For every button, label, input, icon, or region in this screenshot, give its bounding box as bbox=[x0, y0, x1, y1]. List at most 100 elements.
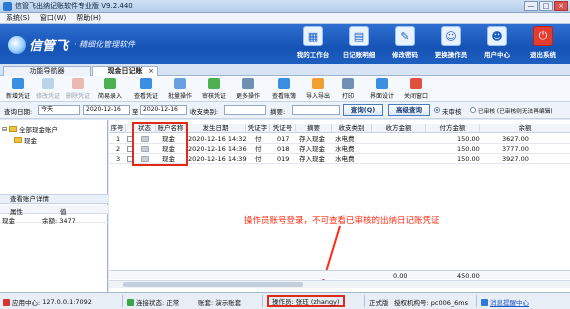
tab-label: 现金日记账 bbox=[107, 67, 143, 75]
nav-label: 日记账明细 bbox=[342, 51, 376, 59]
radio-unaudited[interactable] bbox=[434, 107, 440, 113]
radio-unaudited-label: 未审核 bbox=[442, 108, 462, 116]
quick-entry-button[interactable]: 简易录入 bbox=[98, 78, 122, 100]
menu-help[interactable]: 帮助(H) bbox=[76, 13, 101, 23]
ui-design-button[interactable]: 界面设计 bbox=[370, 78, 394, 100]
delete-voucher-button[interactable]: 删除凭证 bbox=[66, 78, 90, 100]
more-operations-button[interactable]: 更多操作 bbox=[236, 78, 260, 100]
nav-change-password-button[interactable]: ✎ 修改密码 bbox=[384, 26, 426, 59]
scrollbar-thumb[interactable] bbox=[123, 282, 303, 287]
close-window-button[interactable]: 关闭窗口 bbox=[404, 78, 428, 100]
nav-ledger-detail-button[interactable]: ▤ 日记账明细 bbox=[338, 26, 380, 59]
cell-date: 2020-12-16 14:36 bbox=[188, 145, 247, 153]
col-num[interactable]: 凭证号 bbox=[270, 124, 296, 133]
date-range-select[interactable]: 今天 bbox=[38, 105, 80, 115]
brand-name: 信管飞 bbox=[29, 39, 69, 54]
col-word[interactable]: 凭证字 bbox=[246, 124, 270, 133]
toolbar: 新增凭证 修改凭证 删除凭证 简易录入 查看凭证 批量操作 审核凭证 更多操作 … bbox=[0, 76, 570, 102]
cell-category: 水电费 bbox=[335, 135, 355, 143]
details-row: 现金 余额: 3477 bbox=[0, 214, 108, 225]
cell-num: 018 bbox=[277, 145, 290, 153]
details-grid-header: 属性 值 bbox=[0, 205, 108, 216]
toolbar-label: 简易录入 bbox=[98, 93, 123, 100]
view-ledger-button[interactable]: 查看账簿 bbox=[272, 78, 296, 100]
toolbar-label: 审核凭证 bbox=[202, 93, 227, 100]
col-debit[interactable]: 收方金额 bbox=[372, 124, 426, 133]
menu-window[interactable]: 窗口(W) bbox=[40, 13, 66, 23]
user-center-icon: ☻ bbox=[487, 26, 507, 46]
col-category[interactable]: 收支类别 bbox=[332, 124, 372, 133]
import-export-button[interactable]: 导入导出 bbox=[306, 78, 330, 100]
date-to-input[interactable]: 2020-12-16 bbox=[140, 105, 187, 115]
cell-category: 水电费 bbox=[335, 155, 355, 163]
col-balance[interactable]: 余额 bbox=[480, 124, 570, 133]
toolbar-label: 更多操作 bbox=[236, 93, 261, 100]
ledger-set: 账套: 演示账套 bbox=[198, 297, 241, 307]
batch-operation-button[interactable]: 批量操作 bbox=[168, 78, 192, 100]
status-separator bbox=[262, 295, 263, 307]
toolbar-label: 界面设计 bbox=[370, 93, 395, 100]
message-link[interactable]: 消息提醒中心 bbox=[490, 297, 529, 307]
minimize-button[interactable]: — bbox=[524, 1, 538, 11]
close-tab-icon[interactable]: × bbox=[148, 67, 154, 76]
col-summary[interactable]: 摘要 bbox=[296, 124, 332, 133]
menu-system[interactable]: 系统(S) bbox=[6, 13, 30, 23]
status-separator bbox=[122, 295, 123, 307]
title-bar: 信管飞出纳记账软件专业版 V9.2.440 — □ × bbox=[0, 0, 570, 13]
user-switch-icon: ☺ bbox=[441, 26, 461, 46]
nav-user-center-button[interactable]: ☻ 用户中心 bbox=[476, 26, 518, 59]
tab-navigator[interactable]: 功能导航器 bbox=[3, 66, 91, 76]
maximize-button[interactable]: □ bbox=[539, 1, 553, 11]
tab-cash-journal[interactable]: 现金日记账 × bbox=[92, 66, 158, 76]
summary-input[interactable] bbox=[292, 105, 340, 115]
cell-word: 付 bbox=[255, 155, 262, 163]
date-from-input[interactable]: 2020-12-16 bbox=[83, 105, 130, 115]
advanced-query-button[interactable]: 高级查询 bbox=[388, 104, 430, 116]
account-details-header: 查看账户详情 bbox=[0, 194, 108, 204]
close-button[interactable]: × bbox=[554, 1, 568, 11]
operator-info: 操作员: 张珏 (zhangy) bbox=[267, 295, 345, 307]
tab-bar: 功能导航器 现金日记账 × bbox=[0, 64, 570, 76]
edition-text: 正式版 bbox=[369, 299, 389, 307]
grid-footer: 0.00 450.00 bbox=[109, 270, 570, 280]
nav-exit-button[interactable]: ⏻ 退出系统 bbox=[522, 26, 564, 59]
query-button[interactable]: 查询(Q) bbox=[343, 104, 383, 116]
cell-category: 水电费 bbox=[335, 145, 355, 153]
print-button[interactable]: 打印 bbox=[342, 78, 354, 100]
col-credit[interactable]: 付方金额 bbox=[426, 124, 480, 133]
tree-item-cash[interactable]: 现金 bbox=[14, 135, 37, 145]
toolbar-label: 批量操作 bbox=[168, 93, 193, 100]
radio-audited[interactable] bbox=[470, 107, 476, 113]
key-icon: ✎ bbox=[395, 26, 415, 46]
horizontal-scrollbar[interactable] bbox=[109, 280, 570, 288]
app-center-icon bbox=[3, 298, 10, 306]
expand-icon[interactable]: ⊟ bbox=[2, 126, 7, 133]
audit-voucher-button[interactable]: 审核凭证 bbox=[202, 78, 226, 100]
new-voucher-button[interactable]: 新增凭证 bbox=[6, 78, 30, 100]
highlight-box bbox=[132, 122, 188, 166]
filter-bar: 查询日期: 今天 2020-12-16 至 2020-12-16 收支类别: 摘… bbox=[0, 102, 570, 119]
category-select[interactable] bbox=[224, 105, 266, 115]
ledger-icon: ▤ bbox=[349, 26, 369, 46]
nav-switch-operator-button[interactable]: ☺ 更换操作员 bbox=[430, 26, 472, 59]
header-banner: 信管飞 · 精细化管理软件 ▦ 我的工作台 ▤ 日记账明细 ✎ 修改密码 ☺ 更… bbox=[0, 24, 570, 64]
toolbar-label: 修改凭证 bbox=[36, 93, 61, 100]
category-label: 收支类别: bbox=[190, 108, 219, 116]
view-voucher-button[interactable]: 查看凭证 bbox=[134, 78, 158, 100]
status-bar: 应用中心: 127.0.0.1:7092 连接状态: 正常 账套: 演示账套 操… bbox=[0, 292, 570, 309]
app-center[interactable]: 应用中心: 127.0.0.1:7092 bbox=[3, 297, 92, 307]
connection-icon bbox=[127, 298, 134, 306]
operator-text: 操作员: 张珏 (zhangy) bbox=[272, 298, 340, 306]
tree-root[interactable]: ⊟ 全部现金账户 bbox=[2, 124, 58, 135]
journal-grid: 序号 状态 账户名称 发生日期 凭证字 凭证号 摘要 收支类别 收方金额 付方金… bbox=[109, 120, 570, 292]
nav-label: 更换操作员 bbox=[434, 51, 468, 59]
cell-word: 付 bbox=[255, 135, 262, 143]
message-center[interactable]: 消息提醒中心 bbox=[481, 297, 529, 307]
edit-voucher-button[interactable]: 修改凭证 bbox=[36, 78, 60, 100]
col-no[interactable]: 序号 bbox=[109, 124, 126, 133]
nav-workbench-button[interactable]: ▦ 我的工作台 bbox=[292, 26, 334, 59]
edit-icon bbox=[42, 78, 54, 89]
col-date[interactable]: 发生日期 bbox=[186, 124, 246, 133]
printer-icon bbox=[342, 78, 354, 89]
cell-credit: 150.00 bbox=[457, 145, 480, 153]
